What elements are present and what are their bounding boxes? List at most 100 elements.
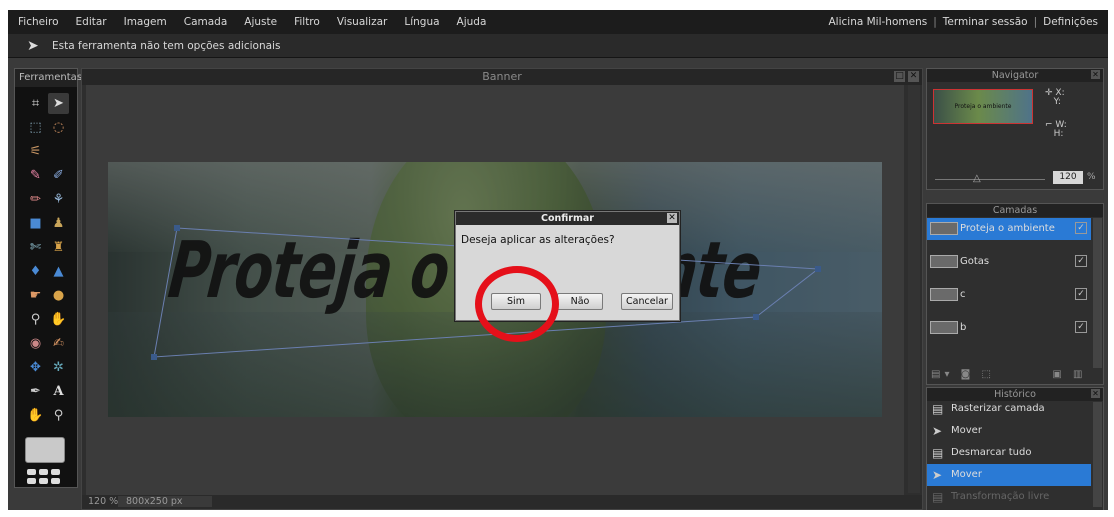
close-icon[interactable]: ✕ bbox=[908, 71, 919, 82]
user-links: Alicina Mil-homens | Terminar sessão | D… bbox=[828, 10, 1098, 34]
eraser-tool-icon[interactable]: ✏ bbox=[25, 189, 46, 210]
dialog-close-icon[interactable]: ✕ bbox=[667, 213, 677, 223]
layer-thumbnail bbox=[930, 288, 958, 301]
layer-name: Proteja o ambiente bbox=[960, 223, 1055, 234]
menu-filtro[interactable]: Filtro bbox=[294, 16, 320, 28]
separator: | bbox=[1033, 16, 1038, 28]
brush-tool-icon[interactable]: ✐ bbox=[48, 165, 69, 186]
sharpen-tool-icon[interactable]: ▲ bbox=[48, 261, 69, 282]
transform-handle[interactable] bbox=[753, 314, 759, 320]
layer-row[interactable]: Gotas ✓ bbox=[927, 251, 1091, 273]
canvas-statusbar: 120 % 800x250 px bbox=[82, 495, 922, 509]
menu-ajuda[interactable]: Ajuda bbox=[457, 16, 487, 28]
eyedropper-tool-icon[interactable]: ✒ bbox=[25, 381, 46, 402]
layer-thumbnail bbox=[930, 255, 958, 268]
pencil-tool-icon[interactable]: ✎ bbox=[25, 165, 46, 186]
layer-row[interactable]: b ✓ bbox=[927, 317, 1091, 339]
transform-handle[interactable] bbox=[174, 225, 180, 231]
navigator-percent: % bbox=[1087, 172, 1096, 182]
clone-tool-icon[interactable]: ✲ bbox=[48, 357, 69, 378]
highlight-circle bbox=[475, 266, 559, 342]
hand-tool-icon[interactable]: ✋ bbox=[25, 405, 46, 426]
layer-visibility-checkbox[interactable]: ✓ bbox=[1075, 222, 1087, 234]
zoom-level: 120 % bbox=[88, 496, 119, 507]
maximize-icon[interactable]: □ bbox=[894, 71, 905, 82]
navigator-wh: ⌐ W: H: bbox=[1045, 120, 1067, 139]
layer-visibility-checkbox[interactable]: ✓ bbox=[1075, 255, 1087, 267]
dodge-tool-icon[interactable]: ⚲ bbox=[25, 309, 46, 330]
transform-handle[interactable] bbox=[815, 266, 821, 272]
history-item[interactable]: ➤ Mover bbox=[927, 464, 1091, 486]
close-icon[interactable]: ✕ bbox=[1091, 70, 1100, 79]
settings-link[interactable]: Definições bbox=[1043, 16, 1098, 28]
layers-panel: Camadas Proteja o ambiente ✓ Gotas ✓ c ✓… bbox=[926, 203, 1104, 385]
move-tool-icon: ➤ bbox=[27, 38, 39, 54]
layer-visibility-checkbox[interactable]: ✓ bbox=[1075, 321, 1087, 333]
lasso-tool-icon[interactable]: ◌ bbox=[48, 117, 69, 138]
options-message: Esta ferramenta não tem opções adicionai… bbox=[52, 40, 281, 52]
zoom-slider-knob[interactable]: △ bbox=[973, 173, 981, 184]
smudge-tool-icon[interactable]: ☛ bbox=[25, 285, 46, 306]
cancel-button[interactable]: Cancelar bbox=[621, 293, 673, 310]
menu-camada[interactable]: Camada bbox=[184, 16, 228, 28]
app-window: Ficheiro Editar Imagem Camada Ajuste Fil… bbox=[8, 10, 1108, 510]
gradient-tool-icon[interactable]: ■ bbox=[25, 213, 46, 234]
crop-tool-icon[interactable]: ⌗ bbox=[25, 93, 46, 114]
image-size: 800x250 px bbox=[118, 496, 212, 507]
history-item[interactable]: ▤ Transformação livre bbox=[927, 486, 1091, 508]
red-eye-tool-icon[interactable]: ◉ bbox=[25, 333, 46, 354]
navigator-zoom-input[interactable]: 120 bbox=[1053, 171, 1083, 184]
menu-editar[interactable]: Editar bbox=[76, 16, 107, 28]
zoom-tool-icon[interactable]: ⚲ bbox=[48, 405, 69, 426]
empty-slot bbox=[48, 141, 69, 162]
menu-ficheiro[interactable]: Ficheiro bbox=[18, 16, 59, 28]
text-tool-icon[interactable]: A bbox=[48, 381, 69, 402]
layer-thumbnail bbox=[930, 222, 958, 235]
navigator-thumbnail[interactable]: Proteja o ambiente bbox=[933, 89, 1033, 124]
menu-ajuste[interactable]: Ajuste bbox=[244, 16, 277, 28]
transform-handle[interactable] bbox=[151, 354, 157, 360]
spot-heal-tool-icon[interactable]: ✄ bbox=[25, 237, 46, 258]
layers-scrollbar[interactable] bbox=[1093, 218, 1102, 368]
layer-visibility-checkbox[interactable]: ✓ bbox=[1075, 288, 1087, 300]
menubar: Ficheiro Editar Imagem Camada Ajuste Fil… bbox=[8, 10, 1108, 35]
stamp-tool-icon[interactable]: ♟ bbox=[48, 213, 69, 234]
menu-lingua[interactable]: Língua bbox=[404, 16, 439, 28]
navigator-xy: ✛ X: Y: bbox=[1045, 88, 1065, 107]
marquee-tool-icon[interactable]: ⬚ bbox=[25, 117, 46, 138]
drop-tool-icon[interactable]: ♦ bbox=[25, 261, 46, 282]
close-icon[interactable]: ✕ bbox=[1091, 389, 1100, 398]
layers-title: Camadas bbox=[927, 204, 1103, 217]
separator: | bbox=[933, 16, 937, 28]
history-item[interactable]: ▤ Desmarcar tudo bbox=[927, 442, 1091, 464]
dialog-title: Confirmar bbox=[456, 212, 679, 225]
move-icon: ➤ bbox=[932, 468, 943, 482]
burn-tool-icon[interactable]: ✋ bbox=[48, 309, 69, 330]
bloat-tool-icon[interactable]: ✍ bbox=[48, 333, 69, 354]
vertical-scrollbar[interactable] bbox=[908, 85, 920, 493]
color-replace-tool-icon[interactable]: ♜ bbox=[48, 237, 69, 258]
navigator-title: Navigator ✕ bbox=[927, 69, 1103, 82]
user-name-link[interactable]: Alicina Mil-homens bbox=[828, 16, 927, 28]
panel-toggles[interactable] bbox=[27, 469, 60, 484]
menu-visualizar[interactable]: Visualizar bbox=[337, 16, 388, 28]
history-item[interactable]: ▤ Rasterizar camada bbox=[927, 398, 1091, 420]
color-swatch[interactable] bbox=[25, 437, 65, 463]
tools-panel-title: Ferramentas bbox=[15, 69, 82, 87]
replace-color-tool-icon[interactable]: ⚘ bbox=[48, 189, 69, 210]
layer-row[interactable]: Proteja o ambiente ✓ bbox=[927, 218, 1091, 240]
sponge-tool-icon[interactable]: ● bbox=[48, 285, 69, 306]
layer-name: c bbox=[960, 289, 966, 300]
tools-panel: Ferramentas ⌗ ➤ ⬚ ◌ ⚟ ✎ ✐ ✏ ⚘ ■ ♟ ✄ ♜ ♦ … bbox=[14, 68, 82, 488]
move-tool-icon[interactable]: ➤ bbox=[48, 93, 69, 114]
history-item[interactable]: ➤ Mover bbox=[927, 420, 1091, 442]
magic-wand-tool-icon[interactable]: ⚟ bbox=[25, 141, 46, 162]
layer-actions[interactable]: ▤▾ ◙ ⬚ ▣ ▥ bbox=[931, 369, 1086, 380]
no-button[interactable]: Não bbox=[557, 293, 603, 310]
menu-imagem[interactable]: Imagem bbox=[124, 16, 167, 28]
zoom-slider[interactable] bbox=[935, 179, 1045, 180]
layer-row[interactable]: c ✓ bbox=[927, 284, 1091, 306]
logout-link[interactable]: Terminar sessão bbox=[943, 16, 1028, 28]
history-scrollbar[interactable] bbox=[1093, 402, 1102, 507]
pinch-tool-icon[interactable]: ✥ bbox=[25, 357, 46, 378]
